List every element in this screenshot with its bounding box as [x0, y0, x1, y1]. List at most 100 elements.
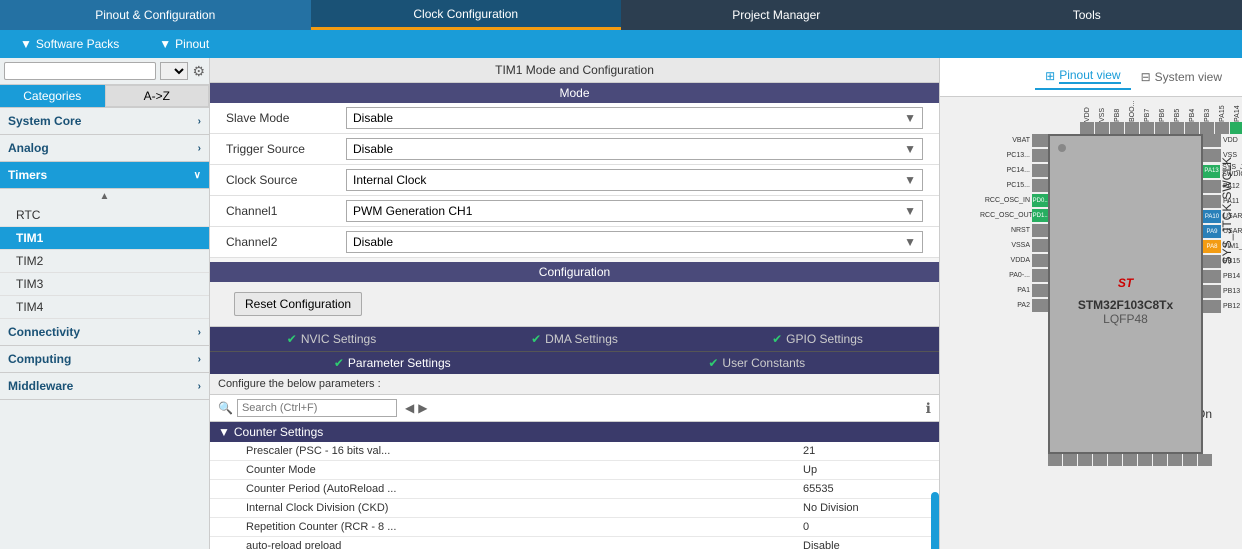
- channel2-label: Channel2: [226, 235, 346, 249]
- param-row-auto-reload: auto-reload preload Disable: [210, 537, 939, 549]
- trigger-source-label: Trigger Source: [226, 142, 346, 156]
- gear-icon[interactable]: ⚙: [192, 63, 205, 80]
- slave-mode-select[interactable]: Disable ▼: [346, 107, 923, 129]
- sidebar-item-computing[interactable]: Computing ›: [0, 346, 209, 373]
- tab-az[interactable]: A->Z: [105, 85, 210, 107]
- check-icon: ✔: [708, 356, 718, 370]
- sidebar-item-timers[interactable]: Timers ∨: [0, 162, 209, 189]
- scroll-up-arrow[interactable]: ▲: [0, 189, 209, 204]
- pin-pa0-left: PA0-...: [980, 269, 1050, 282]
- chevron-down-icon: ▼: [20, 37, 32, 51]
- subtab-user-constants[interactable]: ✔ User Constants: [575, 352, 940, 374]
- pin-pb15-right: PB15: [1203, 255, 1242, 268]
- prev-icon[interactable]: ◀: [405, 401, 414, 415]
- form-row-channel2: Channel2 Disable ▼: [210, 227, 939, 258]
- tab-gpio-settings[interactable]: ✔ GPIO Settings: [696, 327, 939, 351]
- tab-system-view[interactable]: ⊟ System view: [1131, 66, 1232, 88]
- sub-navigation: ▼ Software Packs ▼ Pinout: [0, 30, 1242, 58]
- pin-pc14-left: PC14...: [980, 164, 1050, 177]
- configure-text: Configure the below parameters :: [218, 378, 381, 390]
- pin-bottom-3: [1078, 454, 1092, 486]
- channel1-label: Channel1: [226, 204, 346, 218]
- form-row-channel1: Channel1 PWM Generation CH1 ▼: [210, 196, 939, 227]
- sidebar-search-bar: ⚙: [0, 58, 209, 85]
- clock-source-select[interactable]: Internal Clock ▼: [346, 169, 923, 191]
- pin-bottom-2: [1063, 454, 1077, 486]
- search-input[interactable]: [4, 62, 156, 80]
- pin-pb12-right: PB12 GPIO_Input: [1203, 300, 1242, 313]
- search-select[interactable]: [160, 62, 188, 80]
- nav-project[interactable]: Project Manager: [621, 0, 932, 30]
- pin-bottom-7: [1138, 454, 1152, 486]
- pin-pa2-left: PA2: [980, 299, 1050, 312]
- param-row-repetition-counter: Repetition Counter (RCR - 8 ... 0: [210, 518, 939, 537]
- form-row-trigger-source: Trigger Source Disable ▼: [210, 134, 939, 165]
- clock-source-label: Clock Source: [226, 173, 346, 187]
- tab-nvic-settings[interactable]: ✔ NVIC Settings: [210, 327, 453, 351]
- sidebar-item-analog[interactable]: Analog ›: [0, 135, 209, 162]
- scrollbar[interactable]: [931, 492, 939, 549]
- sidebar-item-tim3[interactable]: TIM3: [0, 273, 209, 296]
- chevron-right-icon: ›: [198, 354, 201, 365]
- search-icon: 🔍: [218, 401, 233, 415]
- chevron-down-icon: ▼: [904, 173, 916, 187]
- nav-tools[interactable]: Tools: [932, 0, 1242, 30]
- subnav-pinout[interactable]: ▼ Pinout: [139, 37, 229, 51]
- mode-section-header: Mode: [210, 83, 939, 103]
- sidebar-item-connectivity[interactable]: Connectivity ›: [0, 319, 209, 346]
- nav-clock[interactable]: Clock Configuration: [311, 0, 622, 30]
- pin-bottom-10: [1183, 454, 1197, 486]
- panel-title: TIM1 Mode and Configuration: [210, 58, 939, 83]
- info-icon[interactable]: ℹ: [926, 400, 931, 417]
- reset-config-button[interactable]: Reset Configuration: [234, 292, 362, 316]
- tab-pinout-view[interactable]: ⊞ Pinout view: [1035, 64, 1130, 90]
- pin-vdd-right: VDD: [1203, 134, 1242, 147]
- pin-bottom-5: [1108, 454, 1122, 486]
- sidebar-item-rtc[interactable]: RTC: [0, 204, 209, 227]
- check-icon: ✔: [531, 332, 541, 346]
- pin-vss-top: VSS: [1095, 102, 1109, 134]
- chevron-right-icon: ›: [198, 143, 201, 154]
- pin-pb7-top: PB7: [1140, 102, 1154, 134]
- chip-package: LQFP48: [1078, 312, 1173, 326]
- pin-pd0-left: RCC_OSC_IN PD0...: [980, 194, 1050, 207]
- chevron-down-icon: ▼: [218, 425, 230, 439]
- next-icon[interactable]: ▶: [418, 401, 427, 415]
- sidebar-item-tim2[interactable]: TIM2: [0, 250, 209, 273]
- pin-pa10-right: PA10 USART1_RX: [1203, 210, 1242, 223]
- pin-pb3-top: PB3: [1200, 102, 1214, 134]
- sidebar-item-tim4[interactable]: TIM4: [0, 296, 209, 319]
- channel1-select[interactable]: PWM Generation CH1 ▼: [346, 200, 923, 222]
- chevron-right-icon: ›: [198, 116, 201, 127]
- chip-logo: ST: [1078, 262, 1173, 294]
- pin-bottom-6: [1123, 454, 1137, 486]
- sidebar-item-system-core[interactable]: System Core ›: [0, 108, 209, 135]
- sidebar-tabs: Categories A->Z: [0, 85, 209, 108]
- pin-pb5-top: PB5: [1170, 102, 1184, 134]
- channel2-select[interactable]: Disable ▼: [346, 231, 923, 253]
- subnav-software-packs[interactable]: ▼ Software Packs: [0, 37, 139, 51]
- tab-categories[interactable]: Categories: [0, 85, 105, 107]
- pin-boo-top: BOO...: [1125, 102, 1139, 134]
- pin-vssa-left: VSSA: [980, 239, 1050, 252]
- sidebar-item-tim1[interactable]: TIM1: [0, 227, 209, 250]
- param-search-input[interactable]: [237, 399, 397, 417]
- top-navigation: Pinout & Configuration Clock Configurati…: [0, 0, 1242, 30]
- pin-pb14-right: PB14: [1203, 270, 1242, 283]
- trigger-source-select[interactable]: Disable ▼: [346, 138, 923, 160]
- check-icon: ✔: [772, 332, 782, 346]
- pin-pa11-right: PA11: [1203, 195, 1242, 208]
- sidebar-item-middleware[interactable]: Middleware ›: [0, 373, 209, 400]
- right-panel-tabs: ⊞ Pinout view ⊟ System view: [940, 58, 1242, 97]
- sidebar: ⚙ Categories A->Z System Core › Analog ›…: [0, 58, 210, 549]
- chip-name: STM32F103C8Tx: [1078, 298, 1173, 312]
- tab-dma-settings[interactable]: ✔ DMA Settings: [453, 327, 696, 351]
- form-row-slave-mode: Slave Mode Disable ▼: [210, 103, 939, 134]
- pin-pc15-left: PC15...: [980, 179, 1050, 192]
- pinout-view-icon: ⊞: [1045, 69, 1055, 83]
- nav-pinout[interactable]: Pinout & Configuration: [0, 0, 311, 30]
- pin-pa9-right: PA9 USART1_TX: [1203, 225, 1242, 238]
- chevron-down-icon: ▼: [904, 204, 916, 218]
- subtab-parameter-settings[interactable]: ✔ Parameter Settings: [210, 352, 575, 374]
- chevron-down-icon: ▼: [159, 37, 171, 51]
